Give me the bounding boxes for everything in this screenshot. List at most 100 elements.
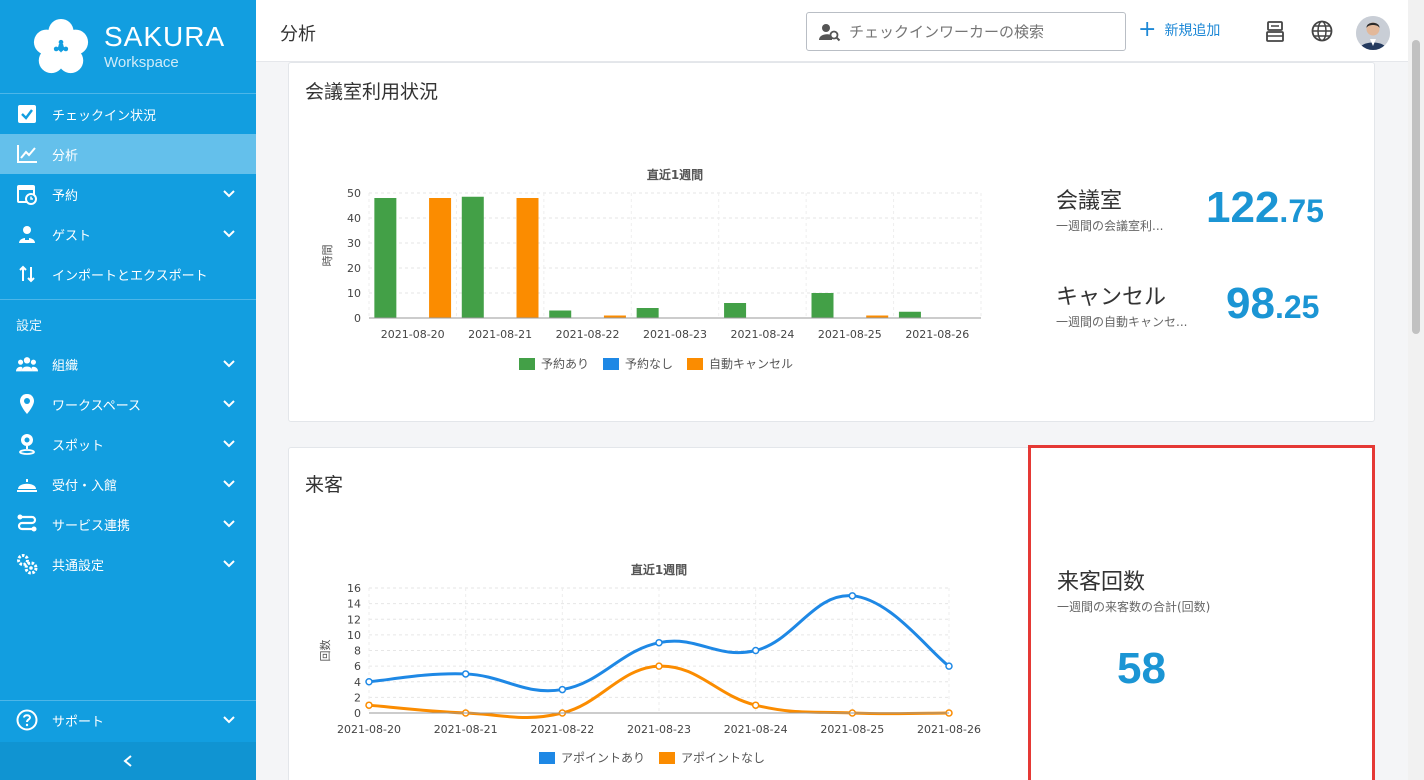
y-tick-label: 14 <box>347 598 361 611</box>
brand-sub: Workspace <box>104 54 179 71</box>
data-point <box>461 670 470 678</box>
y-tick-label: 50 <box>347 187 361 200</box>
x-tick-label: 2021-08-26 <box>905 328 969 341</box>
sidebar-item-guests[interactable]: ゲスト <box>0 214 256 254</box>
bar <box>724 303 747 318</box>
y-axis-label: 回数 <box>319 640 332 662</box>
person-pin-icon <box>16 433 38 455</box>
sidebar-item-workspace[interactable]: ワークスペース <box>0 384 256 424</box>
sidebar-item-common-settings[interactable]: 共通設定 <box>0 544 256 584</box>
chevron-down-icon <box>223 440 235 448</box>
legend-label: 予約あり <box>541 356 589 371</box>
bar <box>461 196 484 318</box>
map-pin-icon <box>16 393 38 415</box>
search-input[interactable] <box>849 22 1109 41</box>
x-tick-label: 2021-08-25 <box>818 328 882 341</box>
sidebar-divider <box>0 299 256 300</box>
import-export-icon <box>16 263 38 285</box>
legend-label: アポイントあり <box>561 751 645 765</box>
bar <box>898 311 921 318</box>
legend-swatch <box>659 752 675 764</box>
meeting-stat-desc: 一週間の会議室利... <box>1056 219 1164 233</box>
sidebar-item-label: サービス連携 <box>52 518 131 534</box>
kiosk-icon[interactable] <box>1263 19 1287 43</box>
sidebar-collapse-button[interactable] <box>0 742 256 780</box>
sidebar-item-checkin[interactable]: チェックイン状況 <box>0 94 256 134</box>
user-avatar[interactable] <box>1356 16 1390 50</box>
x-tick-label: 2021-08-26 <box>917 723 981 736</box>
brand-name: SAKURA <box>104 21 226 52</box>
scrollbar-thumb[interactable] <box>1412 40 1420 334</box>
y-axis-label: 時間 <box>321 245 334 267</box>
data-point <box>848 592 857 600</box>
meeting-room-title: 会議室利用状況 <box>305 81 439 103</box>
bar <box>549 310 572 318</box>
sidebar-item-label: ゲスト <box>52 228 92 244</box>
scrollbar[interactable] <box>1408 0 1424 780</box>
sidebar-item-import-export[interactable]: インポートとエクスポート <box>0 254 256 294</box>
x-tick-label: 2021-08-25 <box>820 723 884 736</box>
legend-swatch <box>519 358 535 370</box>
y-tick-label: 10 <box>347 287 361 300</box>
sidebar-item-label: 予約 <box>52 188 79 204</box>
meeting-stat-name: 会議室 <box>1056 189 1123 214</box>
chevron-down-icon <box>223 480 235 488</box>
sidebar-item-organization[interactable]: 組織 <box>0 344 256 384</box>
sidebar-item-analytics[interactable]: 分析 <box>0 134 256 174</box>
cancel-stat: キャンセル 一週間の自動キャンセ... <box>1056 279 1187 330</box>
cancel-stat-int: 98 <box>1226 279 1275 328</box>
meeting-stat-dec: .75 <box>1279 193 1324 229</box>
sakura-logo-icon <box>33 18 89 73</box>
data-point <box>751 646 760 655</box>
sidebar-item-label: ワークスペース <box>52 398 142 414</box>
data-point <box>365 701 373 709</box>
cancel-stat-value: 98.25 <box>1226 279 1319 329</box>
user-search-icon <box>819 23 841 41</box>
bar <box>429 198 452 318</box>
chevron-down-icon <box>223 400 235 408</box>
search-box[interactable] <box>806 12 1126 51</box>
line-chart-icon <box>16 143 38 165</box>
legend-swatch <box>539 752 555 764</box>
visitor-line-chart: 直近1週間回数 0 2 4 6 8 10 12 14 16 2021-08-20 2021-08-21… <box>319 562 981 765</box>
guest-icon <box>16 223 38 245</box>
globe-icon[interactable] <box>1310 19 1334 43</box>
sidebar-item-support[interactable]: サポート <box>0 700 256 740</box>
meeting-stat-int: 122 <box>1206 183 1280 232</box>
x-tick-label: 2021-08-23 <box>627 723 691 736</box>
y-tick-label: 2 <box>354 691 361 704</box>
chevron-down-icon <box>223 560 235 568</box>
y-tick-label: 30 <box>347 237 361 250</box>
sidebar-item-label: サポート <box>52 714 105 730</box>
sidebar: SAKURA Workspace チェックイン状況 分析 予約 ゲスト インポー… <box>0 0 256 780</box>
x-tick-label: 2021-08-24 <box>724 723 788 736</box>
chevron-down-icon <box>223 190 235 198</box>
sidebar-item-integrations[interactable]: サービス連携 <box>0 504 256 544</box>
x-tick-label: 2021-08-22 <box>530 723 594 736</box>
sidebar-item-label: スポット <box>52 438 105 454</box>
legend-label: 予約なし <box>625 356 673 371</box>
app-window: SAKURA Workspace チェックイン状況 分析 予約 ゲスト インポー… <box>0 0 1424 780</box>
meeting-stat: 会議室 一週間の会議室利... <box>1056 183 1163 234</box>
bar <box>811 293 834 318</box>
top-bar: 分析 + 新規追加 <box>256 0 1424 62</box>
meeting-room-card: 会議室利用状況 直近1週間 時間 0 10 20 30 40 50 2021-08-20 2021… <box>288 62 1375 422</box>
x-tick-label: 2021-08-23 <box>643 328 707 341</box>
bar <box>636 308 659 318</box>
y-tick-label: 0 <box>354 707 361 720</box>
gears-icon <box>16 553 38 575</box>
sidebar-item-label: チェックイン状況 <box>52 108 157 124</box>
sidebar-item-reception[interactable]: 受付・入館 <box>0 464 256 504</box>
brand[interactable]: SAKURA Workspace <box>0 0 256 94</box>
cancel-stat-desc: 一週間の自動キャンセ... <box>1056 315 1188 329</box>
avatar-icon <box>1356 16 1390 50</box>
sidebar-item-reservations[interactable]: 予約 <box>0 174 256 214</box>
cancel-stat-name: キャンセル <box>1056 285 1167 310</box>
chevron-left-icon <box>123 755 132 767</box>
sidebar-item-spot[interactable]: スポット <box>0 424 256 464</box>
y-tick-label: 16 <box>347 582 361 595</box>
x-tick-label: 2021-08-22 <box>556 328 620 341</box>
data-point <box>655 662 663 670</box>
add-new-button[interactable]: + 新規追加 <box>1138 19 1220 41</box>
sidebar-item-label: 受付・入館 <box>52 478 118 494</box>
